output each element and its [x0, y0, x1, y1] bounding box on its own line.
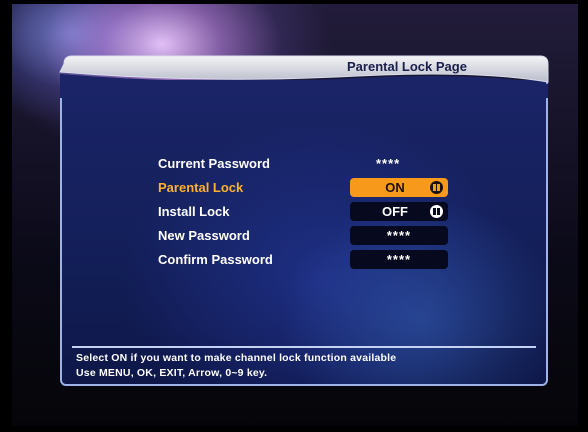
install-lock-label: Install Lock	[158, 204, 230, 219]
current-password-value: ****	[376, 156, 401, 171]
install-lock-value: OFF	[382, 204, 408, 219]
new-password-field[interactable]: ****	[350, 226, 448, 245]
row-confirm-password[interactable]: Confirm Password ****	[158, 250, 458, 269]
help-text-line-2: Use MENU, OK, EXIT, Arrow, 0~9 key.	[76, 367, 268, 379]
confirm-password-label: Confirm Password	[158, 252, 273, 267]
help-text-line-1: Select ON if you want to make channel lo…	[76, 352, 397, 364]
help-bar: Select ON if you want to make channel lo…	[72, 346, 536, 382]
row-new-password[interactable]: New Password ****	[158, 226, 458, 245]
confirm-password-field[interactable]: ****	[350, 250, 448, 269]
current-password-label: Current Password	[158, 156, 270, 171]
new-password-value: ****	[386, 228, 412, 243]
row-current-password[interactable]: Current Password ****	[158, 154, 458, 173]
parental-lock-label: Parental Lock	[158, 180, 244, 195]
parental-lock-value: ON	[385, 180, 405, 195]
row-install-lock[interactable]: Install Lock OFF	[158, 202, 458, 221]
page-title: Parental Lock Page	[347, 59, 467, 74]
new-password-label: New Password	[158, 228, 250, 243]
toggle-icon	[430, 181, 443, 194]
parental-lock-toggle[interactable]: ON	[350, 178, 448, 197]
row-parental-lock[interactable]: Parental Lock ON	[158, 178, 458, 197]
confirm-password-value: ****	[386, 252, 412, 267]
install-lock-toggle[interactable]: OFF	[350, 202, 448, 221]
toggle-icon	[430, 205, 443, 218]
